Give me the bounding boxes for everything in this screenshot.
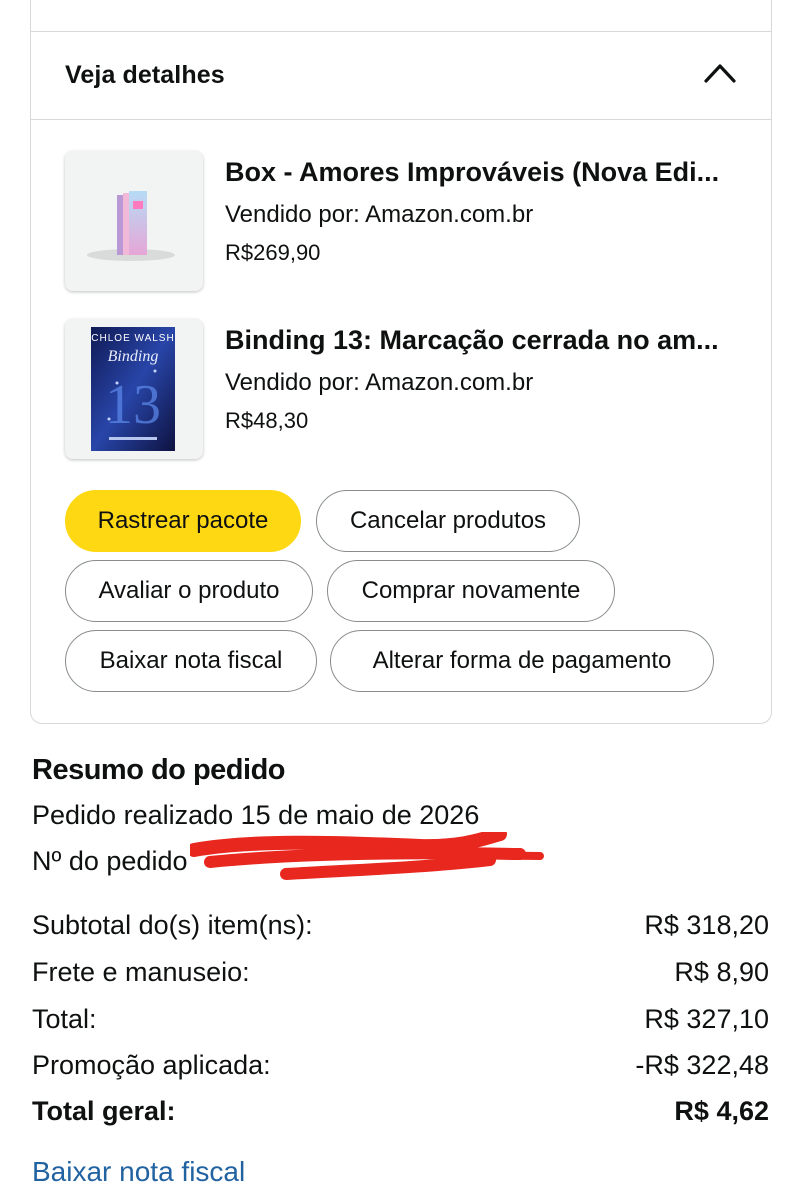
row-label: Subtotal do(s) item(ns): [32,910,313,940]
item-seller: Vendido por: Amazon.com.br [225,201,534,228]
order-item[interactable]: Box - Amores Improváveis (Nova Edi... Ve… [65,151,751,293]
item-price: R$269,90 [225,240,321,265]
row-value: R$ 8,90 [674,957,769,987]
chevron-up-icon[interactable] [703,59,737,85]
track-package-button[interactable]: Rastrear pacote [65,490,301,552]
row-value: R$ 327,10 [644,1004,769,1034]
review-product-button[interactable]: Avaliar o produto [65,560,313,622]
item-seller: Vendido por: Amazon.com.br [225,369,534,396]
row-label: Total geral: [32,1096,176,1126]
download-invoice-link[interactable]: Baixar nota fiscal [32,1156,245,1188]
svg-text:13: 13 [105,374,161,436]
download-invoice-button[interactable]: Baixar nota fiscal [65,630,317,692]
order-number-label: Nº do pedido [32,846,188,876]
item-title[interactable]: Box - Amores Improváveis (Nova Edi... [225,157,765,188]
summary-row: Promoção aplicada: -R$ 322,48 [32,1050,769,1086]
row-label: Frete e manuseio: [32,957,250,987]
grand-total-row: Total geral: R$ 4,62 [32,1096,769,1132]
svg-text:CHLOE WALSH: CHLOE WALSH [91,333,174,344]
row-value: R$ 318,20 [644,910,769,940]
details-title: Veja detalhes [65,61,225,89]
order-item[interactable]: CHLOE WALSH Binding 13 Binding 13: Marca… [65,319,751,461]
row-value: -R$ 322,48 [635,1050,769,1080]
order-details-card: Veja detalhes Box - Amores Improváveis (… [30,0,772,724]
svg-text:Binding: Binding [108,348,159,365]
row-label: Promoção aplicada: [32,1050,271,1080]
summary-row: Frete e manuseio: R$ 8,90 [32,957,769,993]
cancel-products-button[interactable]: Cancelar produtos [316,490,580,552]
divider [31,119,771,120]
details-toggle[interactable]: Veja detalhes [31,31,771,119]
buy-again-button[interactable]: Comprar novamente [327,560,615,622]
summary-row: Total: R$ 327,10 [32,1004,769,1040]
row-value: R$ 4,62 [674,1096,769,1126]
item-title[interactable]: Binding 13: Marcação cerrada no am... [225,325,765,356]
row-label: Total: [32,1004,97,1034]
item-price: R$48,30 [225,408,309,433]
summary-row: Subtotal do(s) item(ns): R$ 318,20 [32,910,769,946]
change-payment-button[interactable]: Alterar forma de pagamento [330,630,714,692]
summary-title: Resumo do pedido [32,754,286,786]
product-image[interactable] [65,151,203,291]
order-date: Pedido realizado 15 de maio de 2026 [32,800,480,830]
redaction-scribble [190,832,544,880]
product-image[interactable]: CHLOE WALSH Binding 13 [65,319,203,459]
